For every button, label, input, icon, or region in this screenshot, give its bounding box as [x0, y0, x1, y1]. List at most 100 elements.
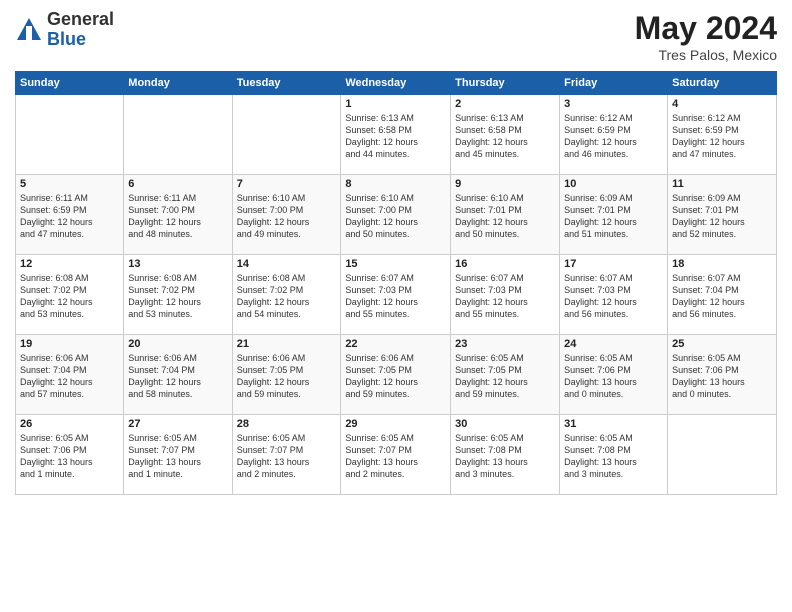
day-number: 18 — [672, 258, 772, 270]
col-friday: Friday — [560, 72, 668, 95]
day-number: 31 — [564, 418, 663, 430]
calendar-table: Sunday Monday Tuesday Wednesday Thursday… — [15, 71, 777, 495]
calendar-cell: 18 Sunrise: 6:07 AM Sunset: 7:04 PM Dayli… — [668, 255, 777, 335]
day-number: 4 — [672, 98, 772, 110]
day-number: 29 — [345, 418, 446, 430]
day-number: 30 — [455, 418, 555, 430]
day-number: 6 — [128, 178, 227, 190]
calendar-cell: 16 Sunrise: 6:07 AM Sunset: 7:03 PM Dayli… — [451, 255, 560, 335]
day-number: 8 — [345, 178, 446, 190]
col-monday: Monday — [124, 72, 232, 95]
header: General Blue May 2024 Tres Palos, Mexico — [15, 10, 777, 63]
title-block: May 2024 Tres Palos, Mexico — [635, 10, 777, 63]
day-info: Sunrise: 6:07 AM Sunset: 7:04 PM Dayligh… — [672, 272, 772, 321]
day-info: Sunrise: 6:10 AM Sunset: 7:00 PM Dayligh… — [345, 192, 446, 241]
logo-text: General Blue — [47, 10, 114, 50]
calendar-cell: 29 Sunrise: 6:05 AM Sunset: 7:07 PM Dayli… — [341, 415, 451, 495]
calendar-cell: 15Sunrise: 6:07 AM Sunset: 7:03 PM Dayli… — [341, 255, 451, 335]
day-info: Sunrise: 6:13 AM Sunset: 6:58 PM Dayligh… — [345, 112, 446, 161]
day-info: Sunrise: 6:05 AM Sunset: 7:06 PM Dayligh… — [672, 352, 772, 401]
day-info: Sunrise: 6:08 AM Sunset: 7:02 PM Dayligh… — [237, 272, 337, 321]
day-info: Sunrise: 6:08 AM Sunset: 7:02 PM Dayligh… — [128, 272, 227, 321]
day-info: Sunrise: 6:12 AM Sunset: 6:59 PM Dayligh… — [564, 112, 663, 161]
day-info: Sunrise: 6:05 AM Sunset: 7:05 PM Dayligh… — [455, 352, 555, 401]
calendar-week-row: 1Sunrise: 6:13 AM Sunset: 6:58 PM Daylig… — [16, 95, 777, 175]
logo-icon — [15, 16, 43, 44]
location-subtitle: Tres Palos, Mexico — [635, 47, 777, 63]
calendar-cell: 21Sunrise: 6:06 AM Sunset: 7:05 PM Dayli… — [232, 335, 341, 415]
day-info: Sunrise: 6:06 AM Sunset: 7:05 PM Dayligh… — [237, 352, 337, 401]
day-info: Sunrise: 6:05 AM Sunset: 7:06 PM Dayligh… — [20, 432, 119, 481]
calendar-cell: 6 Sunrise: 6:11 AM Sunset: 7:00 PM Daylig… — [124, 175, 232, 255]
day-info: Sunrise: 6:09 AM Sunset: 7:01 PM Dayligh… — [672, 192, 772, 241]
day-info: Sunrise: 6:05 AM Sunset: 7:06 PM Dayligh… — [564, 352, 663, 401]
calendar-cell: 23 Sunrise: 6:05 AM Sunset: 7:05 PM Dayli… — [451, 335, 560, 415]
day-number: 19 — [20, 338, 119, 350]
calendar-header-row: Sunday Monday Tuesday Wednesday Thursday… — [16, 72, 777, 95]
day-number: 24 — [564, 338, 663, 350]
calendar-cell — [668, 415, 777, 495]
day-info: Sunrise: 6:05 AM Sunset: 7:08 PM Dayligh… — [455, 432, 555, 481]
day-number: 20 — [128, 338, 227, 350]
calendar-cell: 27 Sunrise: 6:05 AM Sunset: 7:07 PM Dayli… — [124, 415, 232, 495]
calendar-cell: 1Sunrise: 6:13 AM Sunset: 6:58 PM Daylig… — [341, 95, 451, 175]
calendar-cell: 12 Sunrise: 6:08 AM Sunset: 7:02 PM Dayli… — [16, 255, 124, 335]
col-saturday: Saturday — [668, 72, 777, 95]
calendar-week-row: 5 Sunrise: 6:11 AM Sunset: 6:59 PM Daylig… — [16, 175, 777, 255]
day-info: Sunrise: 6:10 AM Sunset: 7:01 PM Dayligh… — [455, 192, 555, 241]
col-wednesday: Wednesday — [341, 72, 451, 95]
calendar-cell: 22Sunrise: 6:06 AM Sunset: 7:05 PM Dayli… — [341, 335, 451, 415]
day-info: Sunrise: 6:05 AM Sunset: 7:08 PM Dayligh… — [564, 432, 663, 481]
day-info: Sunrise: 6:05 AM Sunset: 7:07 PM Dayligh… — [128, 432, 227, 481]
col-sunday: Sunday — [16, 72, 124, 95]
calendar-cell: 28 Sunrise: 6:05 AM Sunset: 7:07 PM Dayli… — [232, 415, 341, 495]
calendar-cell: 13 Sunrise: 6:08 AM Sunset: 7:02 PM Dayli… — [124, 255, 232, 335]
day-number: 28 — [237, 418, 337, 430]
day-info: Sunrise: 6:06 AM Sunset: 7:04 PM Dayligh… — [20, 352, 119, 401]
day-number: 17 — [564, 258, 663, 270]
day-number: 10 — [564, 178, 663, 190]
calendar-week-row: 26Sunrise: 6:05 AM Sunset: 7:06 PM Dayli… — [16, 415, 777, 495]
day-number: 11 — [672, 178, 772, 190]
calendar-cell — [232, 95, 341, 175]
day-number: 23 — [455, 338, 555, 350]
day-info: Sunrise: 6:12 AM Sunset: 6:59 PM Dayligh… — [672, 112, 772, 161]
day-info: Sunrise: 6:10 AM Sunset: 7:00 PM Dayligh… — [237, 192, 337, 241]
day-info: Sunrise: 6:07 AM Sunset: 7:03 PM Dayligh… — [455, 272, 555, 321]
day-info: Sunrise: 6:05 AM Sunset: 7:07 PM Dayligh… — [345, 432, 446, 481]
day-number: 27 — [128, 418, 227, 430]
calendar-cell: 8 Sunrise: 6:10 AM Sunset: 7:00 PM Daylig… — [341, 175, 451, 255]
day-number: 12 — [20, 258, 119, 270]
logo-blue: Blue — [47, 30, 114, 50]
calendar-cell: 11 Sunrise: 6:09 AM Sunset: 7:01 PM Dayli… — [668, 175, 777, 255]
day-info: Sunrise: 6:09 AM Sunset: 7:01 PM Dayligh… — [564, 192, 663, 241]
day-number: 3 — [564, 98, 663, 110]
calendar-cell: 30 Sunrise: 6:05 AM Sunset: 7:08 PM Dayli… — [451, 415, 560, 495]
day-info: Sunrise: 6:11 AM Sunset: 6:59 PM Dayligh… — [20, 192, 119, 241]
calendar-cell — [124, 95, 232, 175]
logo-general: General — [47, 10, 114, 30]
day-info: Sunrise: 6:13 AM Sunset: 6:58 PM Dayligh… — [455, 112, 555, 161]
logo: General Blue — [15, 10, 114, 50]
calendar-cell: 14 Sunrise: 6:08 AM Sunset: 7:02 PM Dayli… — [232, 255, 341, 335]
calendar-cell: 24 Sunrise: 6:05 AM Sunset: 7:06 PM Dayli… — [560, 335, 668, 415]
day-number: 14 — [237, 258, 337, 270]
col-tuesday: Tuesday — [232, 72, 341, 95]
day-info: Sunrise: 6:05 AM Sunset: 7:07 PM Dayligh… — [237, 432, 337, 481]
calendar-cell — [16, 95, 124, 175]
calendar-cell: 19 Sunrise: 6:06 AM Sunset: 7:04 PM Dayli… — [16, 335, 124, 415]
calendar-cell: 2Sunrise: 6:13 AM Sunset: 6:58 PM Daylig… — [451, 95, 560, 175]
day-number: 16 — [455, 258, 555, 270]
day-info: Sunrise: 6:11 AM Sunset: 7:00 PM Dayligh… — [128, 192, 227, 241]
calendar-cell: 25 Sunrise: 6:05 AM Sunset: 7:06 PM Dayli… — [668, 335, 777, 415]
col-thursday: Thursday — [451, 72, 560, 95]
calendar-cell: 4 Sunrise: 6:12 AM Sunset: 6:59 PM Daylig… — [668, 95, 777, 175]
calendar-cell: 3 Sunrise: 6:12 AM Sunset: 6:59 PM Daylig… — [560, 95, 668, 175]
day-number: 13 — [128, 258, 227, 270]
day-number: 5 — [20, 178, 119, 190]
day-number: 7 — [237, 178, 337, 190]
day-number: 25 — [672, 338, 772, 350]
calendar-cell: 20Sunrise: 6:06 AM Sunset: 7:04 PM Dayli… — [124, 335, 232, 415]
day-number: 15 — [345, 258, 446, 270]
day-info: Sunrise: 6:08 AM Sunset: 7:02 PM Dayligh… — [20, 272, 119, 321]
